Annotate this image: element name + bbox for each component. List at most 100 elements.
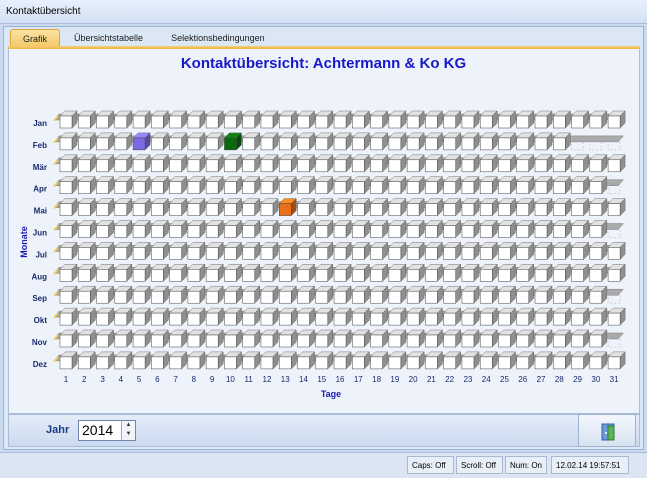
empty-cube [497,176,516,195]
cube-front [96,269,109,282]
spin-down-icon[interactable]: ▼ [122,430,135,439]
empty-cube [351,154,370,173]
cube-front [297,334,310,348]
month-tick-label: Feb [33,141,47,150]
empty-cube [96,110,115,129]
cube-front [260,334,274,348]
empty-cube [388,154,407,173]
cube-front [425,137,438,151]
empty-cube [424,110,443,129]
empty-cube [351,351,370,370]
empty-cube [169,220,188,238]
cube-front [370,290,383,304]
cube-front [59,312,73,326]
year-spinner[interactable]: 2014 ▲ ▼ [78,420,136,441]
empty-cube [96,198,115,217]
cube-front [59,203,73,216]
cube-front [461,137,475,151]
empty-cube [388,176,407,195]
cube-front [59,290,73,304]
cube-front [114,137,128,151]
empty-cube [406,263,425,282]
spin-up-icon[interactable]: ▲ [122,421,135,430]
cube-front [78,356,91,370]
cube-front [59,181,73,194]
cube-front [114,334,128,348]
cube-front [553,159,566,173]
cube-front [297,269,310,282]
empty-cube [114,351,133,370]
cube-front [534,312,548,326]
cube-front [242,356,255,370]
cube-front [553,137,566,151]
cube-front [388,334,402,348]
cube-front [589,203,603,216]
empty-cube [370,220,389,238]
empty-cube [205,220,224,238]
empty-cube [497,263,516,282]
empty-cube [552,307,571,326]
cube-front [498,247,511,260]
cube-front [151,247,164,260]
cube-front [571,181,584,194]
cube-front [260,225,274,238]
cube-front [498,290,511,304]
empty-cube [59,110,78,129]
empty-cube [59,329,78,348]
cube-front [114,312,128,326]
day-tick-label: 31 [610,375,619,384]
cube-front [461,159,475,173]
cube-front [607,269,621,282]
empty-cube [461,241,480,260]
cube-front [132,312,146,326]
empty-cube [297,132,315,151]
empty-cube [187,307,206,326]
cube-front [224,203,237,216]
cube-front [278,312,292,326]
empty-cube [388,220,407,238]
empty-cube [77,263,96,282]
year-spin-buttons[interactable]: ▲ ▼ [121,421,135,440]
cube-front [96,225,109,238]
cube-front [461,225,475,238]
empty-cube [169,176,188,195]
empty-cube [297,176,315,195]
cube-front [297,290,310,304]
cube-front [187,203,201,216]
empty-cube [370,263,389,282]
cube-front [553,312,566,326]
empty-cube [297,110,315,129]
cube-front [352,203,365,216]
empty-cube [607,154,626,173]
cube-front [96,334,109,348]
empty-cube [607,307,626,326]
cube-front [443,203,456,216]
empty-cube [132,285,151,304]
cube-front [443,247,456,260]
cube-front [571,290,584,304]
empty-cube [297,241,315,260]
empty-cube [169,307,188,326]
empty-cube [96,154,115,173]
day-tick-label: 24 [482,375,491,384]
empty-cube [370,307,389,326]
empty-cube [443,198,462,217]
cube-front [187,334,201,348]
month-tick-label: Apr [33,185,47,194]
empty-cube [297,198,315,217]
cube-front [352,115,365,129]
cube-front [224,181,237,194]
empty-cube [278,241,297,260]
cube-front [406,356,420,370]
empty-cube [370,176,389,195]
empty-cube [388,351,407,370]
empty-cube [96,176,115,195]
cube-front [224,247,237,260]
empty-cube [187,176,206,195]
cube-front [553,290,566,304]
cube-front [78,290,91,304]
exit-button[interactable] [578,414,636,447]
empty-cube [534,198,553,217]
cube-front [534,269,548,282]
cube-front [260,312,274,326]
